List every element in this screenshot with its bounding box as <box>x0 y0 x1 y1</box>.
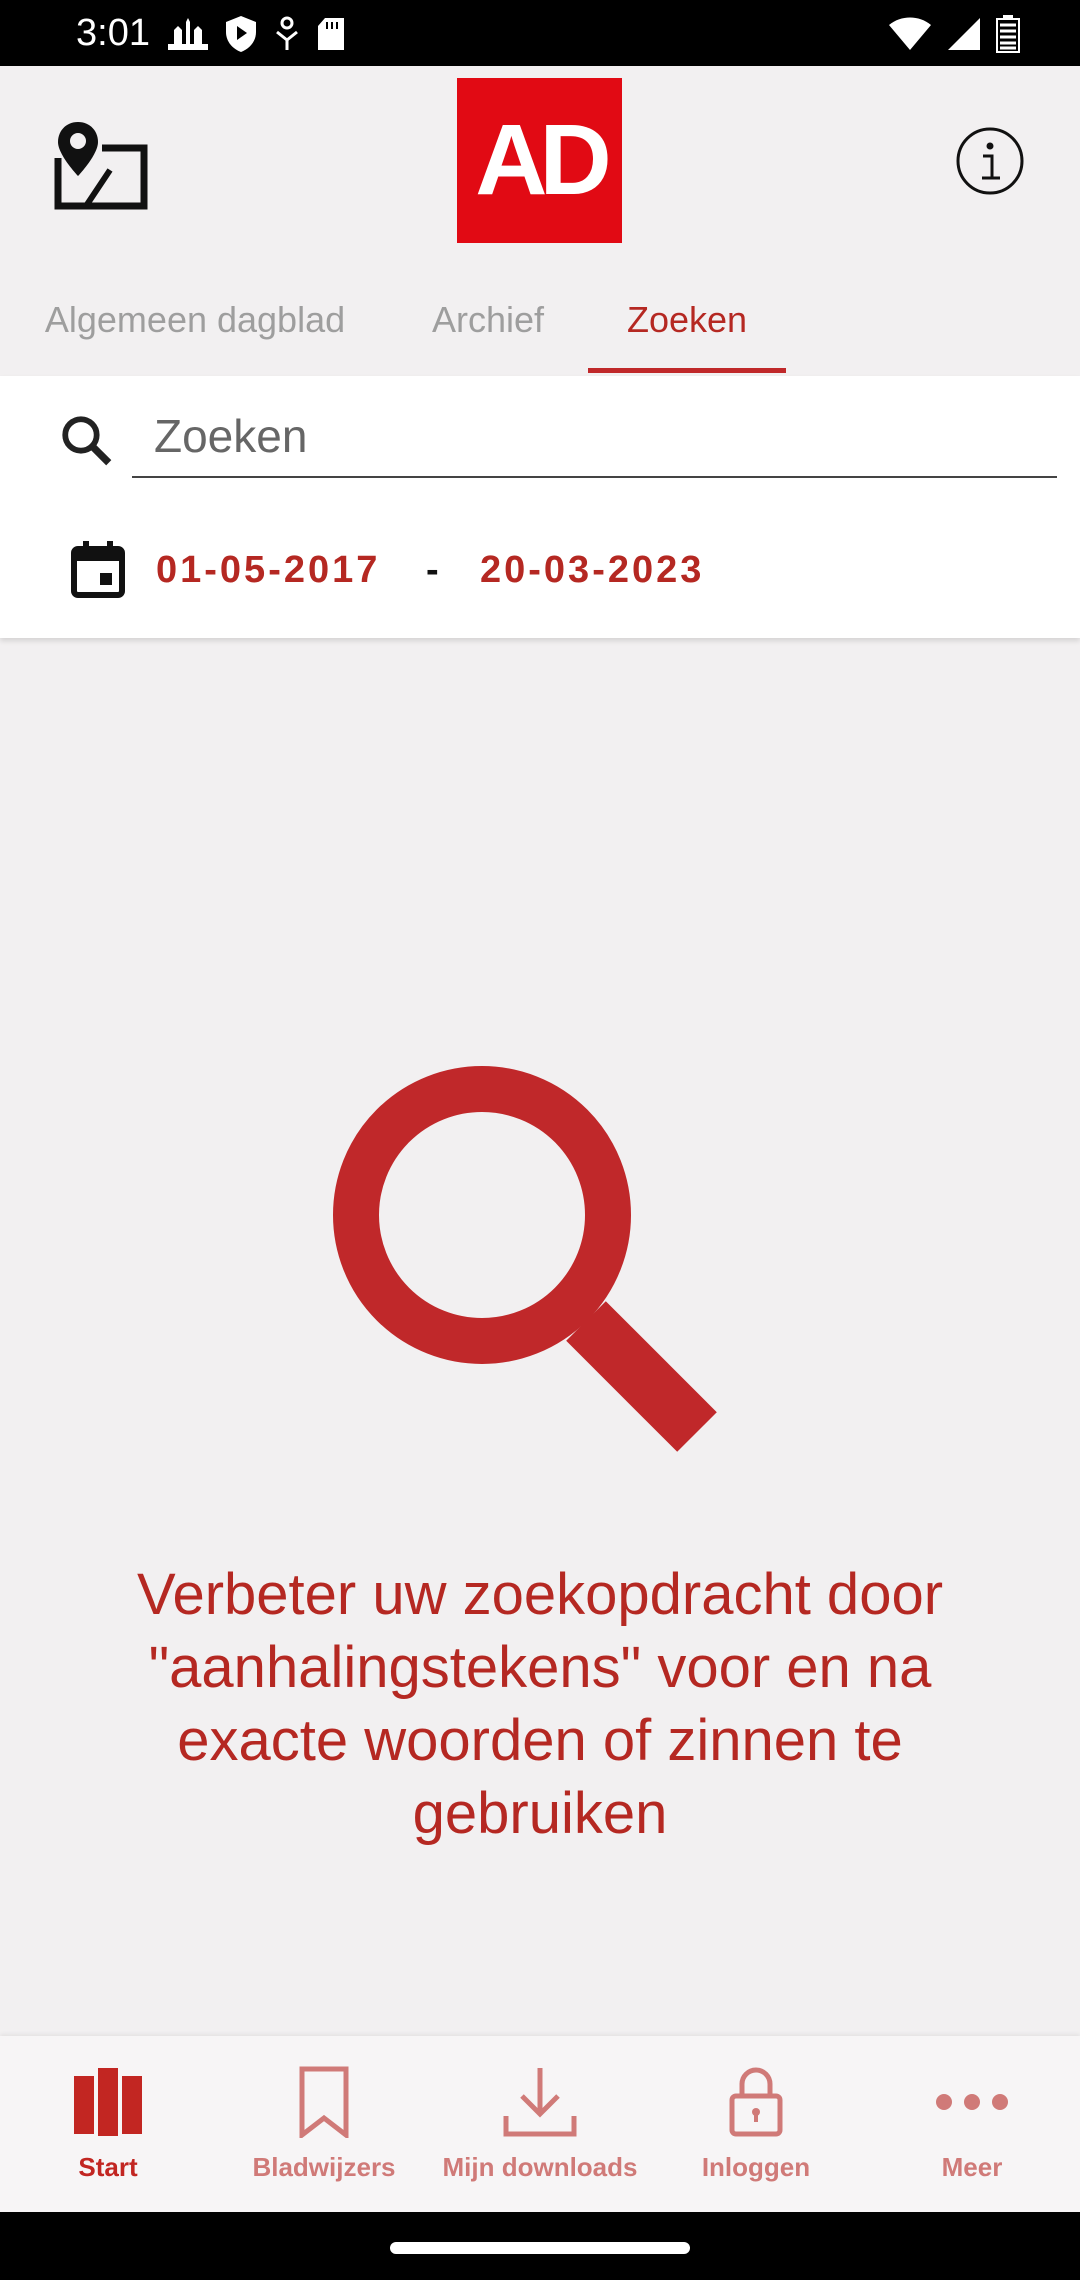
nav-inloggen[interactable]: Inloggen <box>648 2036 864 2212</box>
search-hint: Verbeter uw zoekopdracht door "aanhaling… <box>136 1562 944 1846</box>
tab-bar: Algemeen dagblad Archief Zoeken <box>0 284 1080 376</box>
nav-mijn-downloads[interactable]: Mijn downloads <box>432 2036 648 2212</box>
nav-label-bladwijzers: Bladwijzers <box>252 2152 396 2182</box>
nav-label-meer: Meer <box>941 2152 1003 2182</box>
active-tab-indicator <box>588 368 786 373</box>
status-system-icons <box>888 14 1020 54</box>
nav-start[interactable]: Start <box>0 2036 216 2212</box>
gesture-bar <box>0 2212 1080 2280</box>
signal-icon <box>948 18 980 50</box>
status-notification-icons <box>166 14 346 54</box>
accessibility-icon <box>276 16 298 50</box>
status-time: 3:01 <box>76 12 150 54</box>
magnifier-illustration-icon <box>333 1066 717 1452</box>
status-bar: 3:01 <box>0 0 1080 66</box>
tab-archief[interactable]: Archief <box>408 284 568 376</box>
home-gesture-handle[interactable] <box>390 2242 690 2254</box>
date-from[interactable]: 01-05-2017 <box>156 546 380 594</box>
nav-bladwijzers[interactable]: Bladwijzers <box>216 2036 432 2212</box>
date-to[interactable]: 20-03-2023 <box>480 546 704 594</box>
lock-icon <box>729 2067 783 2137</box>
nav-meer[interactable]: Meer <box>864 2036 1080 2212</box>
download-icon <box>503 2068 577 2137</box>
info-icon[interactable] <box>955 126 1025 196</box>
bottom-navigation: Start Bladwijzers Mijn downloads Inlogge… <box>0 2036 1080 2212</box>
nav-label-inloggen: Inloggen <box>701 2152 811 2182</box>
search-input[interactable] <box>132 396 1057 478</box>
logo-text: AD <box>475 104 611 216</box>
nav-label-mijn-downloads: Mijn downloads <box>442 2152 638 2182</box>
newspapers-icon <box>74 2068 142 2136</box>
shield-play-icon <box>226 16 256 52</box>
tab-zoeken[interactable]: Zoeken <box>588 284 786 376</box>
map-pin-icon[interactable] <box>52 118 148 210</box>
search-icon <box>62 416 112 466</box>
more-icon <box>936 2094 1008 2110</box>
nav-label-start: Start <box>78 2152 138 2182</box>
tab-algemeen-dagblad[interactable]: Algemeen dagblad <box>20 284 370 376</box>
battery-icon <box>996 15 1020 53</box>
ad-logo: AD <box>457 78 622 243</box>
sd-card-icon <box>318 18 344 50</box>
date-separator: - <box>426 549 442 591</box>
app-header: AD Algemeen dagblad Archief Zoeken <box>0 66 1080 376</box>
bookmark-icon <box>299 2066 349 2138</box>
wifi-icon <box>889 17 931 50</box>
building-icon <box>168 18 208 50</box>
search-panel: 01-05-2017 - 20-03-2023 <box>0 376 1080 638</box>
calendar-icon[interactable] <box>70 539 126 599</box>
